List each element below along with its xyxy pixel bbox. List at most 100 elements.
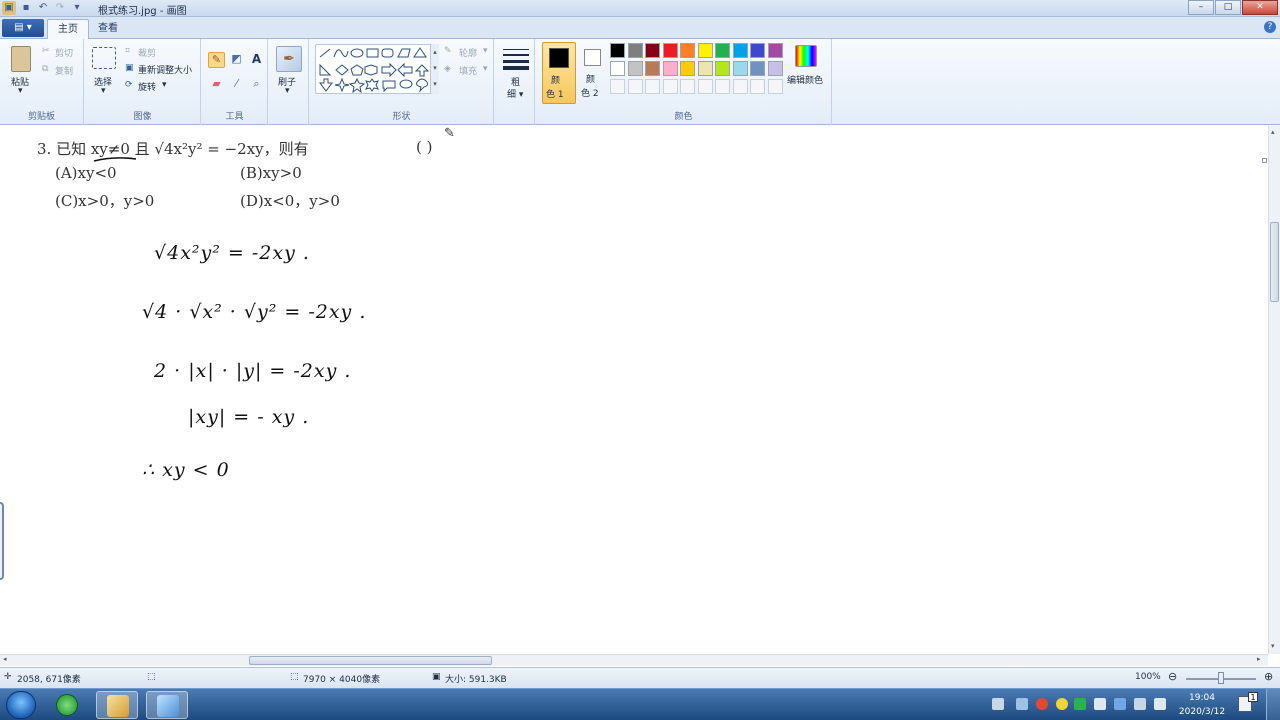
edit-colors-icon[interactable] — [795, 45, 817, 67]
help-icon[interactable]: ? — [1264, 21, 1276, 33]
palette-swatch[interactable] — [645, 61, 660, 76]
palette-swatch[interactable] — [662, 61, 678, 76]
color-picker-icon[interactable]: ⁄ — [228, 77, 245, 93]
scroll-down-icon[interactable]: ▾ — [1271, 642, 1275, 650]
palette-swatch[interactable] — [767, 43, 783, 58]
palette-swatch[interactable] — [750, 61, 765, 76]
palette-empty-slot[interactable] — [645, 79, 660, 94]
zoom-out-icon[interactable]: ⊖ — [1168, 670, 1177, 683]
fill-button[interactable]: 填充 — [459, 64, 477, 77]
undo-icon[interactable]: ↶ — [36, 1, 50, 15]
customize-qat-icon[interactable]: ▾ — [70, 1, 84, 15]
start-button[interactable] — [6, 691, 36, 719]
vertical-scroll-thumb[interactable] — [1270, 222, 1279, 302]
horizontal-scroll-thumb[interactable] — [249, 656, 492, 665]
rotate-button[interactable]: 旋转 — [138, 80, 156, 93]
tab-view[interactable]: 查看 — [88, 19, 128, 39]
paint-menu-button[interactable]: ▤ ▾ — [2, 19, 44, 37]
sound-tray-icon[interactable] — [1094, 698, 1106, 710]
palette-empty-slot[interactable] — [732, 79, 748, 94]
paint-app-icon[interactable]: ▣ — [2, 1, 16, 15]
maximize-button[interactable]: □ — [1215, 0, 1241, 15]
outline-dropdown-icon[interactable]: ▾ — [483, 46, 488, 56]
outline-button[interactable]: 轮廓 — [459, 46, 477, 59]
palette-swatch[interactable] — [680, 61, 695, 76]
zoom-in-icon[interactable]: ⊕ — [1264, 670, 1273, 683]
shapes-gallery[interactable] — [315, 44, 439, 94]
palette-empty-slot[interactable] — [767, 79, 783, 94]
shapes-scroll-icon[interactable]: ▴ ▾ ▾ — [430, 44, 439, 94]
drawing-canvas[interactable]: 3. 已知 xy≠0 且 √4x²y² = −2xy，则有 ( ) ✎ (A)x… — [0, 126, 1268, 654]
palette-swatch[interactable] — [732, 61, 748, 76]
canvas-resize-handle[interactable] — [1262, 158, 1267, 163]
input-method-tray-icon[interactable] — [1114, 698, 1126, 710]
taskbar-app-paint[interactable] — [96, 691, 138, 719]
select-icon[interactable] — [92, 47, 116, 69]
palette-swatch[interactable] — [627, 43, 643, 58]
select-dropdown-icon[interactable]: ▾ — [101, 86, 106, 96]
fill-bucket-icon[interactable]: ◩ — [228, 52, 245, 68]
brushes-dropdown-icon[interactable]: ▾ — [285, 86, 290, 96]
volume-tray-icon[interactable] — [1154, 698, 1166, 710]
palette-swatch[interactable] — [715, 43, 730, 58]
copy-button[interactable]: 复制 — [55, 64, 73, 77]
show-desktop-button[interactable] — [1266, 689, 1280, 720]
network-tray-icon[interactable] — [1016, 698, 1028, 710]
assistant-tray-icon[interactable] — [1056, 698, 1068, 710]
palette-swatch[interactable] — [750, 43, 765, 58]
taskbar-app-viewer[interactable] — [146, 691, 188, 719]
palette-empty-slot[interactable] — [627, 79, 643, 94]
scroll-up-icon[interactable]: ▴ — [1271, 128, 1275, 136]
edit-colors-button[interactable]: 编辑颜色 — [787, 73, 823, 86]
vertical-scrollbar[interactable]: ▴ ▾ — [1268, 126, 1280, 654]
palette-empty-slot[interactable] — [750, 79, 765, 94]
redo-icon[interactable]: ↷ — [53, 1, 67, 15]
color1-button[interactable]: 颜 色 1 — [542, 42, 576, 104]
palette-empty-slot[interactable] — [662, 79, 678, 94]
pencil-icon[interactable]: ✎ — [208, 52, 225, 68]
keyboard-tray-icon[interactable] — [992, 698, 1004, 710]
brush-icon[interactable]: ✒ — [276, 46, 302, 72]
palette-swatch[interactable] — [662, 43, 678, 58]
tab-home[interactable]: 主页 — [47, 19, 89, 39]
shield-tray-icon[interactable] — [1074, 698, 1086, 710]
palette-swatch[interactable] — [732, 43, 748, 58]
magnifier-icon[interactable]: ⌕ — [248, 77, 265, 93]
display-tray-icon[interactable] — [1134, 698, 1146, 710]
palette-swatch[interactable] — [627, 61, 643, 76]
clock-time[interactable]: 19:04 — [1174, 693, 1230, 703]
palette-empty-slot[interactable] — [610, 79, 625, 94]
clock-date[interactable]: 2020/3/12 — [1174, 707, 1230, 717]
group-size[interactable]: 粗 细 ▾ — [495, 39, 535, 125]
save-icon[interactable]: ▪ — [19, 1, 33, 15]
size-dropdown-icon[interactable]: 细 ▾ — [507, 87, 523, 100]
palette-swatch[interactable] — [715, 61, 730, 76]
taskbar-app-browser[interactable] — [46, 691, 88, 719]
scroll-right-icon[interactable]: ▸ — [1257, 655, 1261, 663]
size-lines-icon[interactable] — [503, 47, 529, 71]
palette-swatch[interactable] — [610, 43, 625, 58]
horizontal-scrollbar[interactable]: ◂ ▸ — [0, 654, 1268, 666]
text-icon[interactable]: A — [248, 52, 265, 68]
palette-swatch[interactable] — [697, 43, 713, 58]
eraser-icon[interactable]: ▰ — [208, 77, 225, 93]
palette-swatch[interactable] — [697, 61, 713, 76]
color2-button[interactable]: 颜 色 2 — [579, 42, 609, 104]
security-tray-icon[interactable] — [1036, 698, 1048, 710]
crop-button[interactable]: 裁剪 — [138, 46, 156, 59]
close-button[interactable]: ✕ — [1242, 0, 1278, 15]
paste-dropdown-icon[interactable]: ▾ — [18, 86, 23, 96]
cut-button[interactable]: 剪切 — [55, 46, 73, 59]
minimize-button[interactable]: – — [1188, 0, 1214, 15]
zoom-slider-thumb[interactable] — [1218, 672, 1224, 684]
palette-swatch[interactable] — [680, 43, 695, 58]
resize-button[interactable]: 重新调整大小 — [138, 63, 192, 76]
palette-empty-slot[interactable] — [715, 79, 730, 94]
scroll-left-icon[interactable]: ◂ — [3, 655, 7, 663]
rotate-dropdown-icon[interactable]: ▾ — [162, 80, 167, 90]
palette-swatch[interactable] — [767, 61, 783, 76]
palette-empty-slot[interactable] — [680, 79, 695, 94]
paste-icon[interactable] — [11, 46, 31, 72]
fill-dropdown-icon[interactable]: ▾ — [483, 64, 488, 74]
palette-swatch[interactable] — [610, 61, 625, 76]
